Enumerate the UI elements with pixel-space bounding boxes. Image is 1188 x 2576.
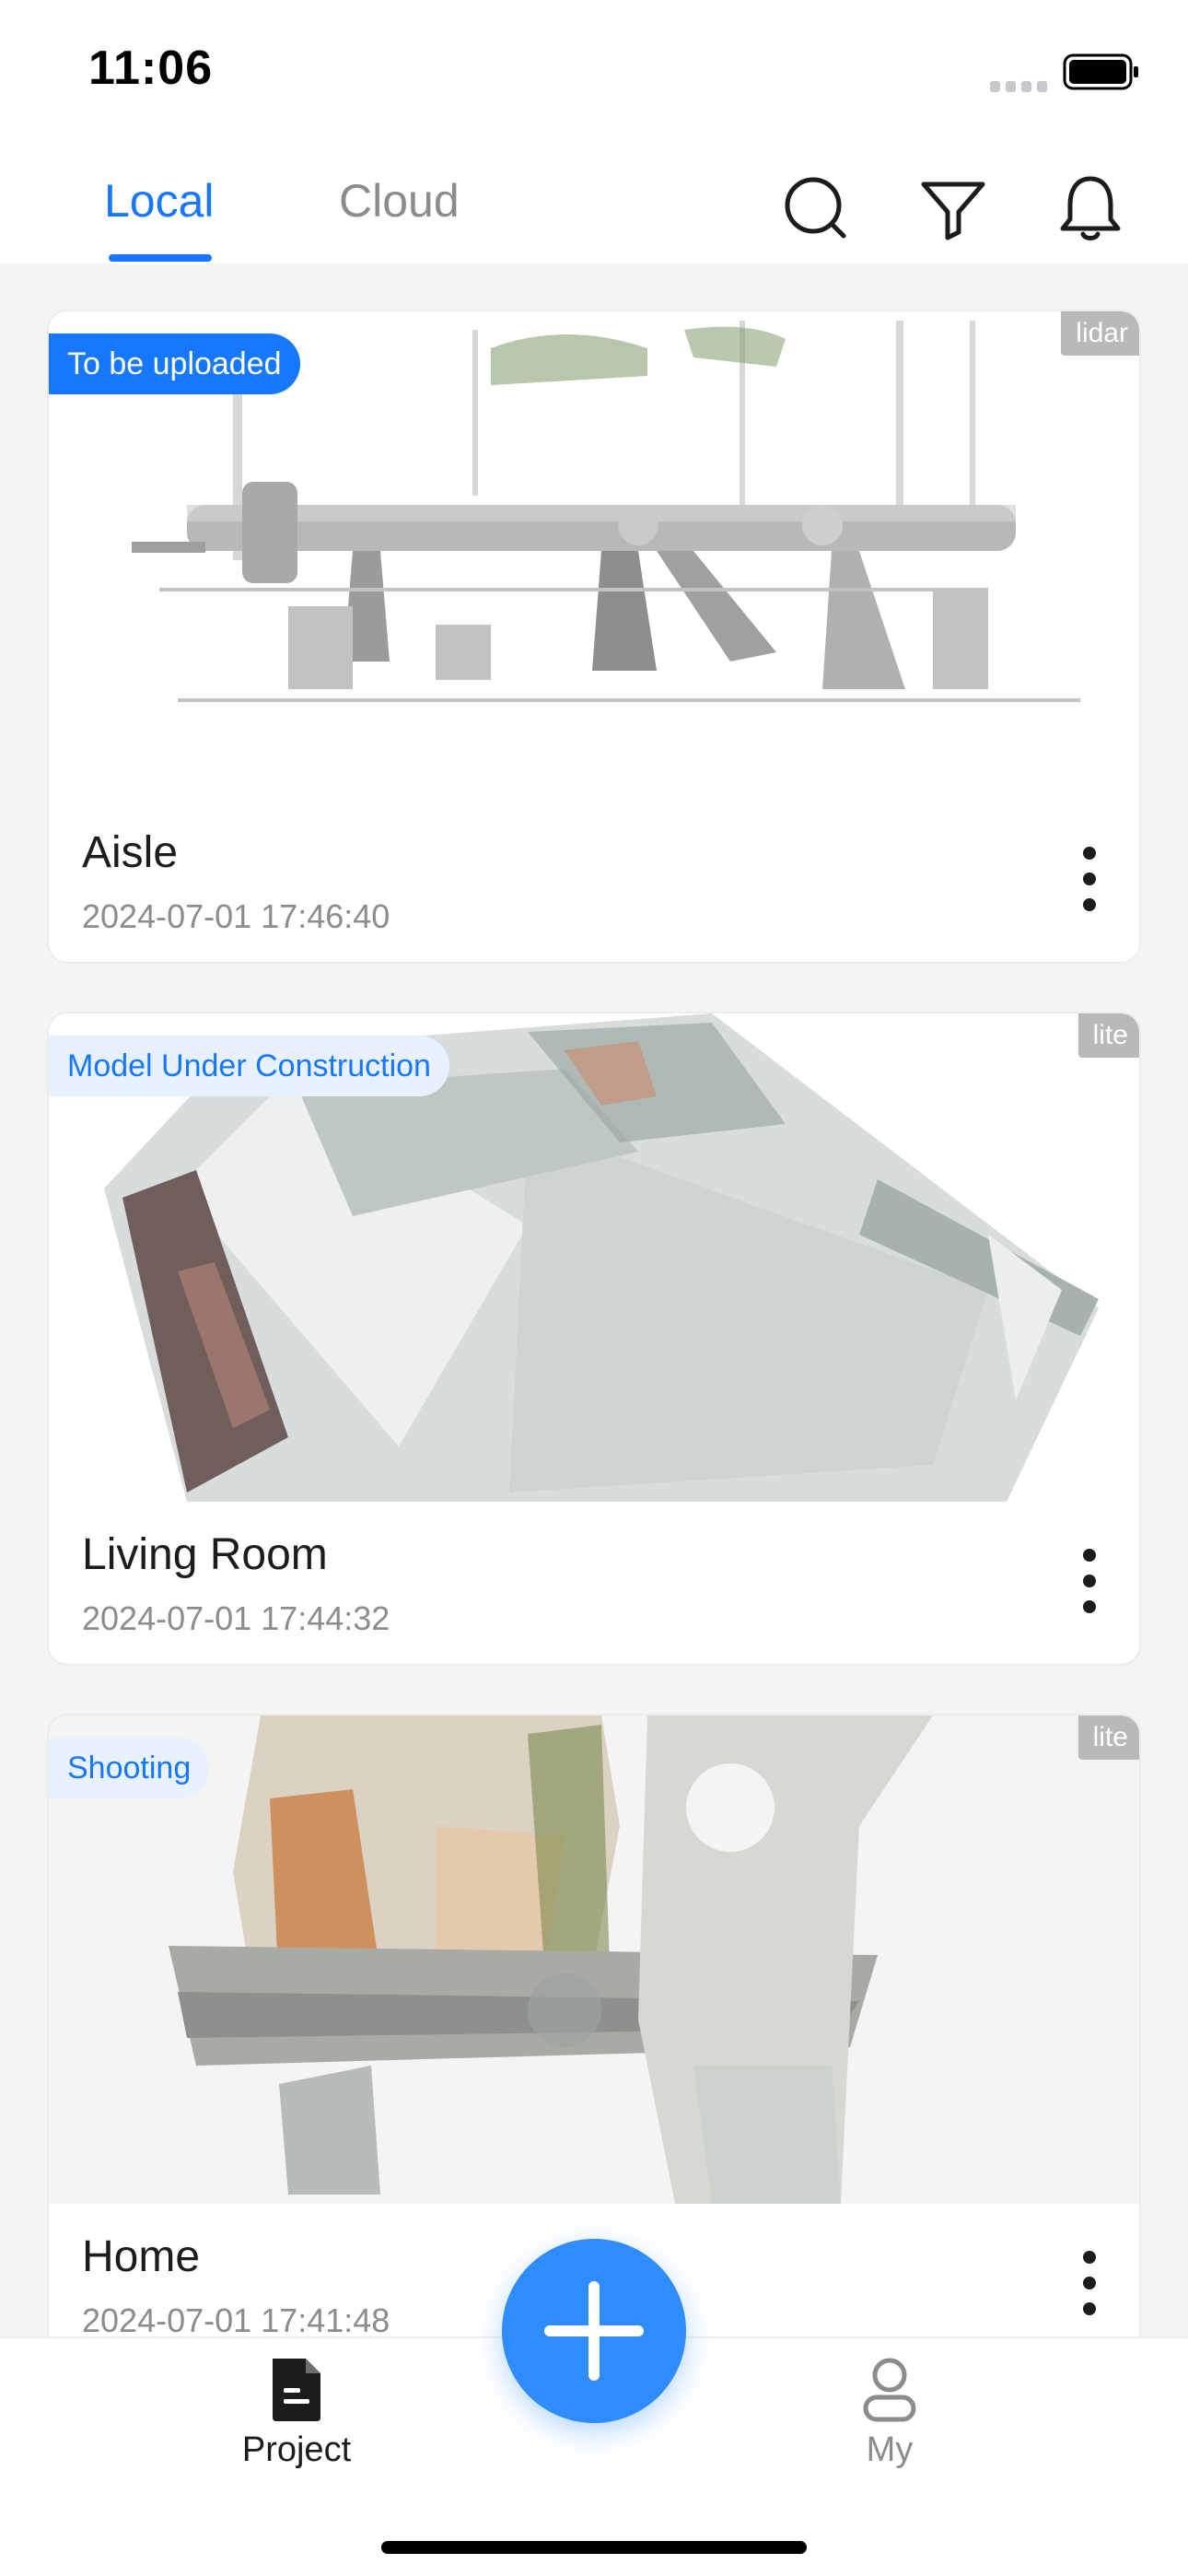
nav-project-label: Project bbox=[241, 2430, 352, 2469]
search-icon bbox=[785, 177, 846, 239]
more-options-button[interactable] bbox=[1062, 1542, 1117, 1620]
filter-icon bbox=[921, 181, 985, 240]
project-title: Living Room bbox=[82, 1530, 328, 1579]
top-header: Local Cloud bbox=[0, 138, 1188, 263]
document-icon bbox=[273, 2359, 320, 2421]
project-date: 2024-07-01 17:46:40 bbox=[82, 897, 390, 935]
filter-button[interactable] bbox=[916, 171, 990, 245]
battery-icon bbox=[1063, 53, 1138, 90]
project-date: 2024-07-01 17:44:32 bbox=[82, 1599, 390, 1637]
scan-preview-image bbox=[49, 1715, 1139, 2204]
add-project-button[interactable] bbox=[502, 2239, 686, 2423]
project-thumbnail[interactable]: To be uploaded lidar bbox=[49, 311, 1139, 800]
status-time: 11:06 bbox=[88, 41, 214, 95]
sensor-type-badge: lidar bbox=[1061, 311, 1139, 356]
plus-icon bbox=[544, 2281, 644, 2381]
more-vertical-icon bbox=[1083, 1549, 1096, 1613]
status-bar: 11:06 bbox=[0, 0, 1188, 138]
project-card[interactable]: Model Under Construction lite Living Roo… bbox=[47, 1012, 1141, 1666]
status-badge: To be uploaded bbox=[49, 334, 300, 394]
tab-local[interactable]: Local bbox=[104, 173, 215, 228]
project-title: Aisle bbox=[82, 828, 179, 877]
notification-button[interactable] bbox=[1054, 171, 1127, 245]
sensor-type-badge: lite bbox=[1077, 1013, 1139, 1058]
more-vertical-icon bbox=[1083, 847, 1096, 911]
home-indicator bbox=[381, 2541, 807, 2554]
active-tab-indicator bbox=[109, 254, 212, 262]
tab-cloud[interactable]: Cloud bbox=[339, 173, 460, 228]
app-screen: 11:06 Local Cloud To be uploaded lidar A… bbox=[0, 0, 1188, 2576]
project-thumbnail[interactable]: Shooting lite bbox=[49, 1715, 1139, 2204]
nav-my[interactable]: My bbox=[798, 2353, 982, 2470]
search-button[interactable] bbox=[779, 171, 853, 245]
nav-my-label: My bbox=[866, 2430, 914, 2469]
project-title: Home bbox=[82, 2232, 201, 2281]
more-options-button[interactable] bbox=[1062, 840, 1117, 918]
project-card[interactable]: To be uploaded lidar Aisle 2024-07-01 17… bbox=[47, 310, 1141, 964]
more-vertical-icon bbox=[1083, 2251, 1096, 2315]
project-date: 2024-07-01 17:41:48 bbox=[82, 2301, 390, 2336]
project-thumbnail[interactable]: Model Under Construction lite bbox=[49, 1013, 1139, 1502]
project-list[interactable]: To be uploaded lidar Aisle 2024-07-01 17… bbox=[0, 263, 1188, 2336]
user-icon bbox=[863, 2358, 916, 2422]
nav-project[interactable]: Project bbox=[204, 2353, 389, 2470]
more-options-button[interactable] bbox=[1062, 2244, 1117, 2322]
status-badge: Shooting bbox=[49, 1738, 210, 1798]
signal-icon bbox=[990, 81, 1047, 92]
status-badge: Model Under Construction bbox=[49, 1036, 449, 1096]
sensor-type-badge: lite bbox=[1077, 1715, 1139, 1760]
bell-icon bbox=[1060, 176, 1121, 240]
